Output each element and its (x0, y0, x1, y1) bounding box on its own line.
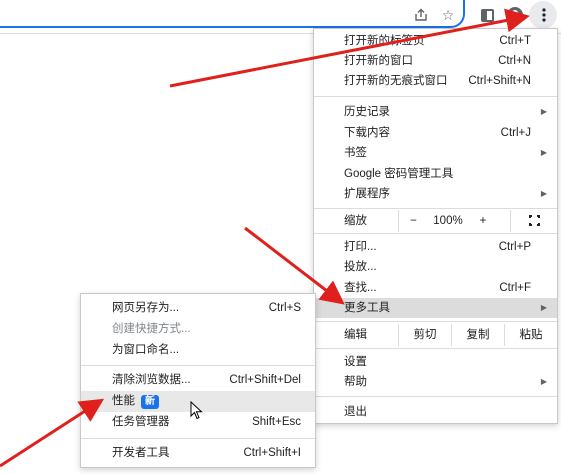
menu-item-downloads[interactable]: 下载内容 Ctrl+J (314, 123, 557, 143)
menu-divider (314, 208, 557, 209)
more-tools-submenu: 网页另存为... Ctrl+S 创建快捷方式... 为窗口命名... 清除浏览数… (80, 293, 316, 468)
menu-item-new-tab[interactable]: 打开新的标签页 Ctrl+T (314, 31, 557, 51)
menu-item-history[interactable]: 历史记录 ▶ (314, 102, 557, 122)
fullscreen-icon (528, 215, 540, 226)
submenu-item-clear-data[interactable]: 清除浏览数据... Ctrl+Shift+Del (81, 370, 315, 391)
menu-shortcut: Ctrl+Shift+N (468, 75, 531, 87)
menu-divider (314, 96, 557, 97)
menu-label: 网页另存为... (112, 302, 180, 314)
menu-shortcut: Ctrl+T (499, 35, 531, 47)
menu-label: 扩展程序 (344, 188, 390, 200)
copy-button[interactable]: 复制 (451, 324, 504, 346)
menu-item-print[interactable]: 打印... Ctrl+P (314, 237, 557, 257)
menu-label: 清除浏览数据... (112, 374, 191, 386)
menu-item-new-incognito[interactable]: 打开新的无痕式窗口 Ctrl+Shift+N (314, 71, 557, 91)
menu-item-find[interactable]: 查找... Ctrl+F (314, 278, 557, 298)
menu-shortcut: Ctrl+S (268, 302, 301, 314)
submenu-item-devtools[interactable]: 开发者工具 Ctrl+Shift+I (81, 443, 315, 464)
menu-shortcut: Ctrl+P (498, 241, 531, 253)
menu-label: 打开新的无痕式窗口 (344, 75, 448, 87)
chevron-right-icon: ▶ (540, 377, 547, 386)
menu-item-extensions[interactable]: 扩展程序 ▶ (314, 184, 557, 204)
menu-shortcut: Ctrl+J (500, 127, 531, 139)
menu-divider (81, 365, 315, 366)
side-panel-icon[interactable] (476, 4, 498, 26)
zoom-row: 缩放 − 100% + (314, 210, 557, 232)
menu-item-settings[interactable]: 设置 (314, 352, 557, 372)
menu-divider (314, 396, 557, 397)
menu-divider (81, 438, 315, 439)
menu-shortcut: Ctrl+F (499, 282, 531, 294)
zoom-level: 100% (433, 215, 463, 227)
zoom-out-button[interactable]: − (398, 210, 428, 232)
address-bar[interactable] (0, 0, 465, 28)
submenu-item-create-shortcut[interactable]: 创建快捷方式... (81, 319, 315, 340)
menu-label: 开发者工具 (112, 447, 170, 459)
menu-label: 打开新的标签页 (344, 35, 425, 47)
menu-label: 历史记录 (344, 106, 390, 118)
profile-icon[interactable] (504, 4, 526, 26)
chevron-right-icon: ▶ (540, 107, 547, 116)
menu-label: 帮助 (344, 376, 367, 388)
menu-divider (314, 233, 557, 234)
menu-label: 查找... (344, 282, 377, 294)
menu-label: 打印... (344, 241, 377, 253)
mouse-cursor-icon (190, 401, 203, 420)
menu-label: 创建快捷方式... (112, 323, 191, 335)
menu-shortcut: Ctrl+Shift+I (243, 447, 301, 459)
menu-label: 下载内容 (344, 127, 390, 139)
menu-shortcut: Shift+Esc (252, 416, 301, 428)
zoom-in-button[interactable]: + (468, 210, 498, 232)
menu-item-cast[interactable]: 投放... (314, 257, 557, 277)
menu-shortcut: Ctrl+N (498, 55, 531, 67)
menu-label: 投放... (344, 261, 377, 273)
menu-label: 打开新的窗口 (344, 55, 413, 67)
menu-label: Google 密码管理工具 (344, 168, 454, 180)
menu-divider (314, 321, 557, 322)
menu-label: 为窗口命名... (112, 344, 180, 356)
submenu-item-save-page[interactable]: 网页另存为... Ctrl+S (81, 298, 315, 319)
menu-item-new-window[interactable]: 打开新的窗口 Ctrl+N (314, 51, 557, 71)
menu-label: 任务管理器 (112, 416, 170, 428)
menu-item-exit[interactable]: 退出 (314, 402, 557, 422)
menu-label: 书签 (344, 147, 367, 159)
chevron-right-icon: ▶ (540, 303, 547, 312)
chevron-right-icon: ▶ (540, 189, 547, 198)
menu-label: 设置 (344, 356, 367, 368)
menu-item-more-tools[interactable]: 更多工具 ▶ (314, 298, 557, 318)
menu-item-help[interactable]: 帮助 ▶ (314, 372, 557, 392)
menu-label: 更多工具 (344, 302, 390, 314)
chevron-right-icon: ▶ (540, 148, 547, 157)
menu-item-passwords[interactable]: Google 密码管理工具 (314, 164, 557, 184)
menu-label: 性能 (112, 395, 135, 407)
more-menu-icon[interactable] (533, 4, 555, 26)
menu-label: 退出 (344, 406, 367, 418)
edit-label: 编辑 (344, 329, 367, 341)
cut-button[interactable]: 剪切 (398, 324, 451, 346)
edit-row: 编辑 剪切 复制 粘贴 (314, 324, 557, 346)
share-icon[interactable] (410, 4, 432, 26)
new-badge: 新 (141, 395, 159, 409)
zoom-label: 缩放 (344, 215, 367, 227)
chrome-main-menu: 打开新的标签页 Ctrl+T 打开新的窗口 Ctrl+N 打开新的无痕式窗口 C… (313, 28, 558, 424)
star-icon[interactable]: ☆ (437, 4, 459, 26)
fullscreen-button[interactable] (510, 210, 557, 232)
paste-button[interactable]: 粘贴 (504, 324, 557, 346)
menu-shortcut: Ctrl+Shift+Del (229, 374, 301, 386)
menu-divider (314, 348, 557, 349)
submenu-item-name-window[interactable]: 为窗口命名... (81, 340, 315, 361)
menu-item-bookmarks[interactable]: 书签 ▶ (314, 143, 557, 163)
